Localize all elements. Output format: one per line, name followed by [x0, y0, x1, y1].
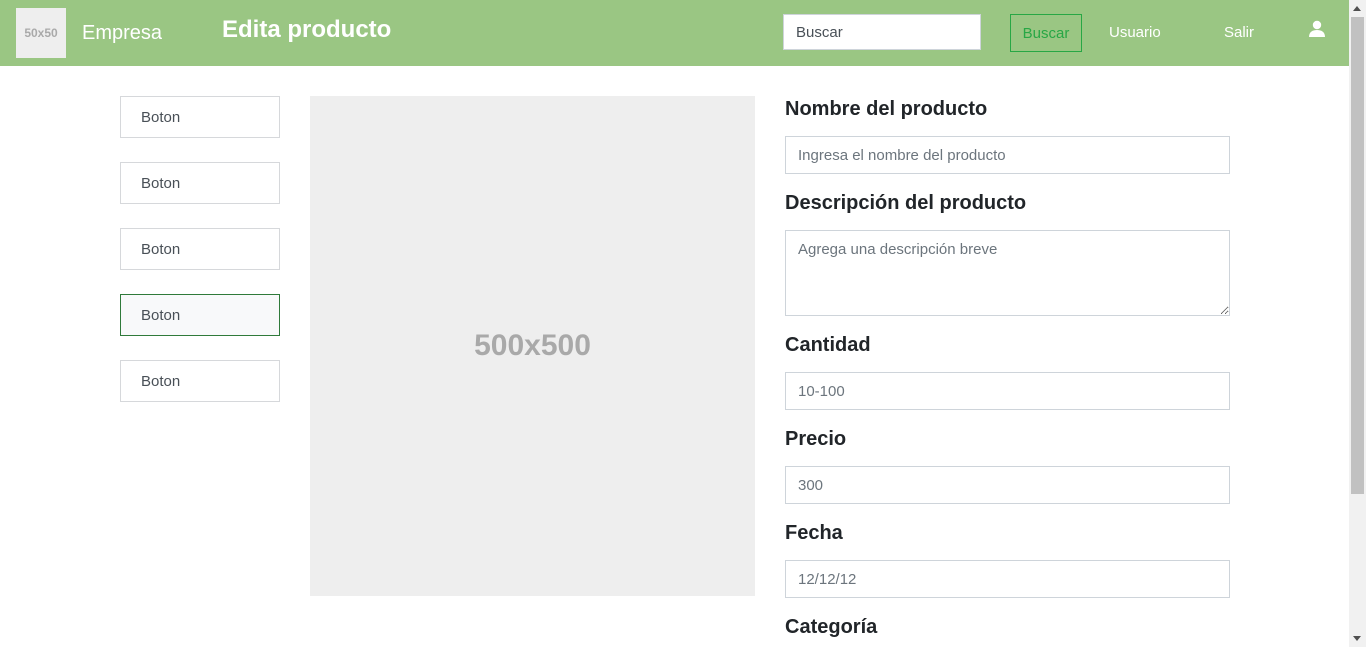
price-label: Precio	[785, 428, 847, 450]
scroll-up-icon[interactable]	[1353, 6, 1361, 11]
product-image-placeholder: 500x500	[310, 96, 755, 596]
vertical-scrollbar[interactable]	[1349, 0, 1366, 647]
scroll-thumb[interactable]	[1351, 17, 1364, 494]
sidebar-button-1[interactable]: Boton	[120, 96, 280, 138]
sidebar-button-5[interactable]: Boton	[120, 360, 280, 402]
product-name-input[interactable]	[785, 136, 1230, 174]
search-input[interactable]	[783, 14, 981, 50]
sidebar-button-2[interactable]: Boton	[120, 162, 280, 204]
scroll-down-icon[interactable]	[1353, 636, 1361, 641]
sidebar-button-3[interactable]: Boton	[120, 228, 280, 270]
quantity-input[interactable]	[785, 372, 1230, 410]
date-label: Fecha	[785, 522, 843, 544]
user-link[interactable]: Usuario	[1109, 24, 1161, 41]
sidebar-button-4[interactable]: Boton	[120, 294, 280, 336]
logo-placeholder: 50x50	[16, 8, 66, 58]
date-input[interactable]	[785, 560, 1230, 598]
brand-name[interactable]: Empresa	[82, 22, 162, 45]
category-label: Categoría	[785, 616, 878, 638]
product-description-label: Descripción del producto	[785, 192, 1027, 214]
price-input[interactable]	[785, 466, 1230, 504]
product-description-textarea[interactable]	[785, 230, 1230, 316]
logout-link[interactable]: Salir	[1224, 24, 1254, 41]
top-navbar: 50x50 Empresa Edita producto Buscar Usua…	[0, 0, 1349, 66]
search-button[interactable]: Buscar	[1010, 14, 1082, 52]
quantity-label: Cantidad	[785, 334, 871, 356]
product-name-label: Nombre del producto	[785, 98, 988, 120]
user-icon[interactable]	[1308, 20, 1326, 38]
page-title: Edita producto	[222, 16, 392, 43]
